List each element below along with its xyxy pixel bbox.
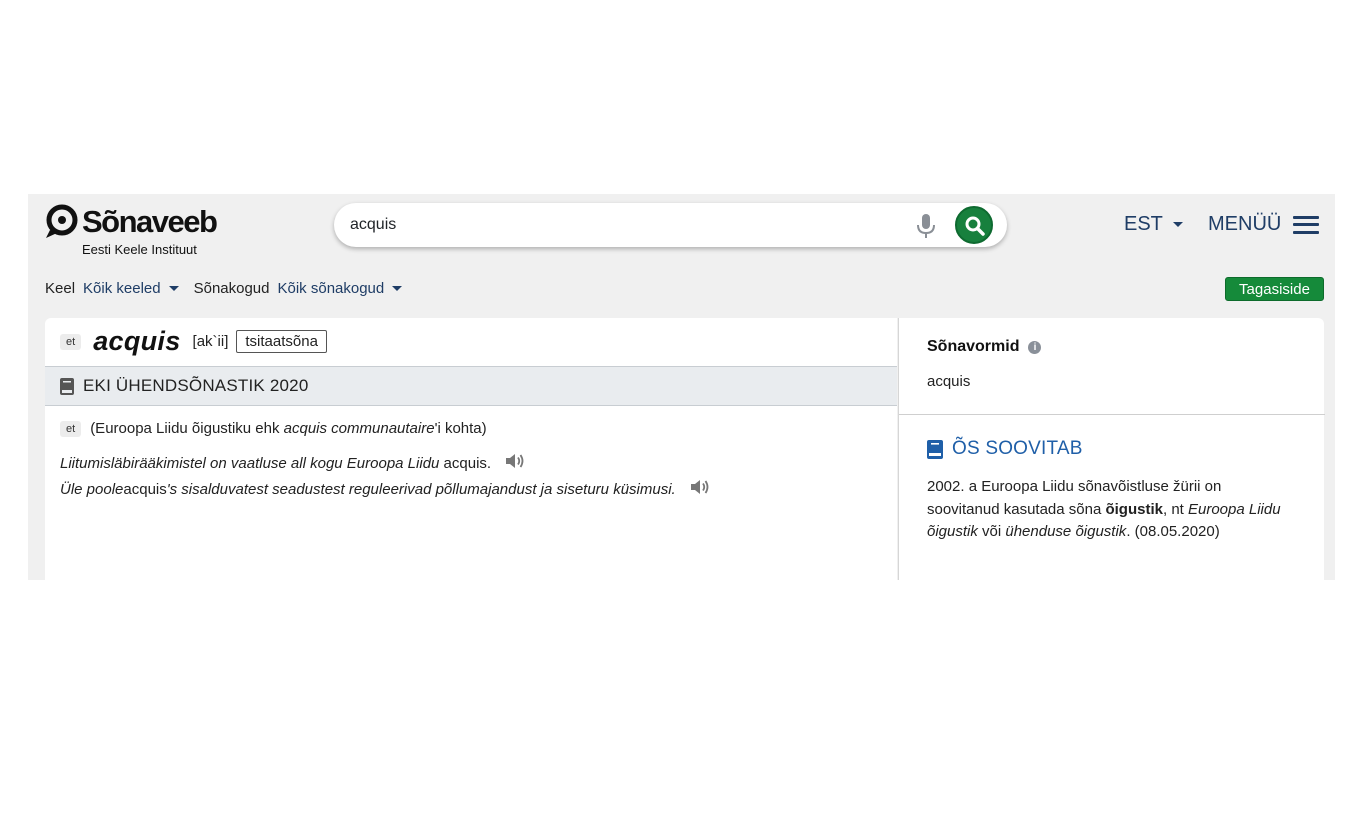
definition-term: acquis communautaire: [283, 420, 435, 437]
filter-bar: Keel Kõik keeled Sõnakogud Kõik sõnakogu…: [45, 280, 417, 297]
divider: [899, 414, 1325, 415]
example-headword: acquis.: [443, 454, 492, 472]
collections-filter-value: Kõik sõnakogud: [277, 280, 385, 297]
example-text: Liitumisläbirääkimistel on vaatluse all …: [60, 454, 440, 472]
hamburger-icon: [1293, 215, 1320, 234]
entry-panel: et acquis [ak`ii] tsitaatsõna EKI ÜHENDS…: [45, 318, 897, 580]
pronunciation: [ak`ii]: [192, 333, 229, 350]
language-selector[interactable]: EST: [1124, 213, 1183, 236]
caret-down-icon: [168, 286, 179, 291]
language-filter-dropdown[interactable]: Kõik keeled: [83, 280, 179, 297]
definition-text-start: (Euroopa Liidu õigustiku ehk: [90, 420, 284, 437]
speech-bubble-logo-icon: [46, 204, 78, 238]
definition-text-end: 'i kohta): [434, 420, 487, 437]
os-recommends-title[interactable]: ÕS SOOVITAB: [927, 438, 1083, 460]
language-label: EST: [1124, 213, 1163, 235]
os-text: , nt: [1162, 500, 1188, 518]
search-icon: [965, 216, 985, 236]
logo-subtitle: Eesti Keele Instituut: [82, 242, 197, 257]
info-icon[interactable]: i: [1028, 340, 1042, 354]
os-text: või: [977, 523, 1006, 540]
headword: acquis: [93, 326, 181, 356]
caret-down-icon: [392, 286, 403, 291]
logo-wordmark: Sõnaveeb: [82, 204, 218, 239]
wordforms-title: Sõnavormid i: [927, 338, 1042, 356]
example-headword: acquis: [123, 480, 167, 498]
example-sentence: Üle poole acquis's sisalduvatest seadust…: [60, 479, 710, 499]
word-type-badge: tsitaatsõna: [236, 330, 327, 353]
search-bar: [334, 203, 1007, 247]
speaker-icon[interactable]: [690, 479, 710, 499]
wordforms-value: acquis: [927, 373, 971, 390]
search-button[interactable]: [955, 206, 993, 244]
os-recommended-word: õigustik: [1105, 500, 1163, 518]
language-filter-label: Keel: [45, 280, 76, 297]
caret-down-icon: [1172, 222, 1183, 227]
os-text: . (08.05.2020): [1126, 523, 1220, 540]
definition-language-tag: et: [60, 420, 82, 437]
speaker-icon[interactable]: [505, 453, 525, 473]
collections-filter-dropdown[interactable]: Kõik sõnakogud: [278, 280, 403, 297]
example-sentence: Liitumisläbirääkimistel on vaatluse all …: [60, 453, 525, 473]
book-icon: [927, 439, 943, 459]
os-title-text: ÕS SOOVITAB: [952, 438, 1083, 459]
language-tag: et: [60, 333, 82, 350]
os-example: ühenduse õigustik: [1005, 523, 1127, 540]
wordforms-title-text: Sõnavormid: [927, 338, 1020, 355]
example-text: 's sisalduvatest seadustest reguleerivad…: [166, 480, 676, 498]
collections-filter-label: Sõnakogud: [193, 280, 270, 297]
app-frame: Sõnaveeb Eesti Keele Instituut EST MENÜÜ…: [28, 194, 1335, 580]
definition-text: (Euroopa Liidu õigustiku ehk acquis comm…: [90, 420, 486, 437]
side-panel: Sõnavormid i acquis ÕS SOOVITAB 2002. a …: [898, 318, 1325, 580]
example-text: Üle poole: [60, 480, 124, 498]
definition: et (Euroopa Liidu õigustiku ehk acquis c…: [60, 420, 487, 437]
headword-row: et acquis [ak`ii] tsitaatsõna: [60, 326, 327, 357]
feedback-button[interactable]: Tagasiside: [1225, 277, 1324, 301]
search-input[interactable]: [350, 213, 890, 237]
book-icon: [60, 377, 74, 395]
os-recommendation-text: 2002. a Euroopa Liidu sõnavõistluse žüri…: [927, 476, 1287, 544]
source-title: EKI ÜHENDSÕNASTIK 2020: [83, 376, 309, 395]
menu-button[interactable]: MENÜÜ: [1208, 213, 1320, 236]
menu-label: MENÜÜ: [1208, 213, 1282, 235]
language-filter-value: Kõik keeled: [83, 280, 161, 297]
logo[interactable]: Sõnaveeb Eesti Keele Instituut: [44, 202, 224, 257]
source-header[interactable]: EKI ÜHENDSÕNASTIK 2020: [45, 366, 897, 406]
microphone-icon[interactable]: [914, 213, 938, 239]
